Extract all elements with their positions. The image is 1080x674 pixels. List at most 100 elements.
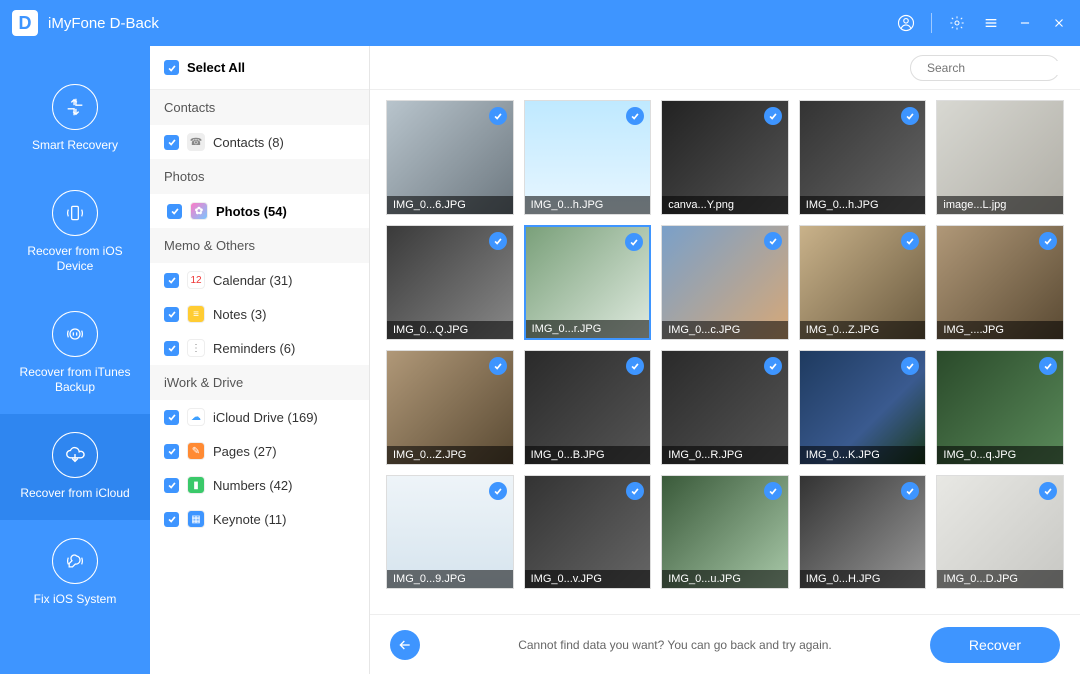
- thumbnail[interactable]: IMG_0...r.JPG: [524, 225, 652, 340]
- thumbnail-label: IMG_0...r.JPG: [526, 320, 650, 338]
- thumbnail[interactable]: IMG_0...h.JPG: [524, 100, 652, 215]
- thumbnail[interactable]: IMG_0...u.JPG: [661, 475, 789, 590]
- thumbnail-label: IMG_0...c.JPG: [662, 321, 788, 339]
- thumbnail[interactable]: IMG_0...h.JPG: [799, 100, 927, 215]
- thumb-checkbox[interactable]: [901, 482, 919, 500]
- select-all-label: Select All: [187, 60, 245, 75]
- thumb-checkbox[interactable]: [764, 107, 782, 125]
- nav-icon: [52, 311, 98, 357]
- thumbnail[interactable]: IMG_0...c.JPG: [661, 225, 789, 340]
- category-item[interactable]: ≡ Notes (3): [150, 297, 369, 331]
- category-label: Notes (3): [213, 307, 266, 322]
- thumbnail[interactable]: IMG_0...Z.JPG: [799, 225, 927, 340]
- thumbnail-label: IMG_0...v.JPG: [525, 570, 651, 588]
- thumb-checkbox[interactable]: [901, 357, 919, 375]
- thumbnail-label: IMG_0...H.JPG: [800, 570, 926, 588]
- category-item[interactable]: ☁ iCloud Drive (169): [150, 400, 369, 434]
- thumbnail[interactable]: IMG_0...v.JPG: [524, 475, 652, 590]
- thumb-checkbox[interactable]: [489, 232, 507, 250]
- thumbnail[interactable]: IMG_0...K.JPG: [799, 350, 927, 465]
- thumb-checkbox[interactable]: [489, 357, 507, 375]
- category-type-icon: ☎: [187, 133, 205, 151]
- thumb-checkbox[interactable]: [625, 233, 643, 251]
- search-row: [370, 46, 1080, 90]
- category-header: Memo & Others: [150, 228, 369, 263]
- thumbnail-label: IMG_0...Z.JPG: [800, 321, 926, 339]
- category-checkbox[interactable]: [164, 135, 179, 150]
- category-header: Photos: [150, 159, 369, 194]
- category-checkbox[interactable]: [164, 273, 179, 288]
- nav-item-2[interactable]: Recover from iTunes Backup: [0, 293, 150, 414]
- back-button[interactable]: [390, 630, 420, 660]
- category-label: iCloud Drive (169): [213, 410, 318, 425]
- thumb-checkbox[interactable]: [1039, 357, 1057, 375]
- thumb-checkbox[interactable]: [489, 107, 507, 125]
- category-item[interactable]: ✿ Photos (54): [150, 194, 369, 228]
- thumbnail[interactable]: IMG_0...Q.JPG: [386, 225, 514, 340]
- thumbnail[interactable]: image...L.jpg: [936, 100, 1064, 215]
- category-item[interactable]: ⋮ Reminders (6): [150, 331, 369, 365]
- gear-icon[interactable]: [948, 14, 966, 32]
- thumbnail-label: IMG_0...B.JPG: [525, 446, 651, 464]
- category-checkbox[interactable]: [164, 410, 179, 425]
- menu-icon[interactable]: [982, 14, 1000, 32]
- thumb-checkbox[interactable]: [626, 357, 644, 375]
- thumb-checkbox[interactable]: [764, 482, 782, 500]
- thumbnail-label: IMG_0...D.JPG: [937, 570, 1063, 588]
- thumb-checkbox[interactable]: [764, 232, 782, 250]
- category-item[interactable]: 12 Calendar (31): [150, 263, 369, 297]
- thumbnail-label: IMG_0...K.JPG: [800, 446, 926, 464]
- right-panel: IMG_0...6.JPG IMG_0...h.JPG canva...Y.pn…: [370, 46, 1080, 674]
- thumbnails-area[interactable]: IMG_0...6.JPG IMG_0...h.JPG canva...Y.pn…: [370, 90, 1080, 614]
- category-item[interactable]: ▦ Keynote (11): [150, 502, 369, 536]
- category-checkbox[interactable]: [167, 204, 182, 219]
- category-checkbox[interactable]: [164, 512, 179, 527]
- nav-icon: [52, 190, 98, 236]
- account-icon[interactable]: [897, 14, 915, 32]
- thumbnail-label: IMG_0...6.JPG: [387, 196, 513, 214]
- thumbnail[interactable]: IMG_0...B.JPG: [524, 350, 652, 465]
- thumb-checkbox[interactable]: [489, 482, 507, 500]
- category-checkbox[interactable]: [164, 341, 179, 356]
- nav-icon: [52, 538, 98, 584]
- select-all-checkbox[interactable]: [164, 60, 179, 75]
- thumb-checkbox[interactable]: [1039, 232, 1057, 250]
- category-checkbox[interactable]: [164, 307, 179, 322]
- minimize-icon[interactable]: [1016, 14, 1034, 32]
- category-checkbox[interactable]: [164, 444, 179, 459]
- thumbnail[interactable]: canva...Y.png: [661, 100, 789, 215]
- category-panel: Select All Contacts ☎ Contacts (8)Photos…: [150, 46, 370, 674]
- thumbnail-label: IMG_0...q.JPG: [937, 446, 1063, 464]
- thumbnail[interactable]: IMG_0...q.JPG: [936, 350, 1064, 465]
- thumbnail-label: IMG_0...R.JPG: [662, 446, 788, 464]
- nav-item-4[interactable]: Fix iOS System: [0, 520, 150, 626]
- recover-button[interactable]: Recover: [930, 627, 1060, 663]
- thumb-checkbox[interactable]: [626, 482, 644, 500]
- nav-item-1[interactable]: Recover from iOS Device: [0, 172, 150, 293]
- thumb-checkbox[interactable]: [764, 357, 782, 375]
- search-input[interactable]: [927, 61, 1080, 75]
- thumbnail[interactable]: IMG_0...Z.JPG: [386, 350, 514, 465]
- close-icon[interactable]: [1050, 14, 1068, 32]
- category-type-icon: ✎: [187, 442, 205, 460]
- nav-item-0[interactable]: Smart Recovery: [0, 66, 150, 172]
- category-item[interactable]: ▮ Numbers (42): [150, 468, 369, 502]
- category-header: Contacts: [150, 90, 369, 125]
- search-box[interactable]: [910, 55, 1060, 81]
- thumbnail[interactable]: IMG_0...R.JPG: [661, 350, 789, 465]
- thumbnail[interactable]: IMG_0...9.JPG: [386, 475, 514, 590]
- thumbnail[interactable]: IMG_0...D.JPG: [936, 475, 1064, 590]
- category-item[interactable]: ✎ Pages (27): [150, 434, 369, 468]
- thumbnail[interactable]: IMG_....JPG: [936, 225, 1064, 340]
- thumbnail-label: IMG_0...h.JPG: [525, 196, 651, 214]
- thumb-checkbox[interactable]: [1039, 482, 1057, 500]
- thumbnail-label: canva...Y.png: [662, 196, 788, 214]
- footer-message: Cannot find data you want? You can go ba…: [436, 638, 914, 652]
- select-all-row[interactable]: Select All: [150, 46, 369, 90]
- divider: [931, 13, 932, 33]
- nav-item-3[interactable]: Recover from iCloud: [0, 414, 150, 520]
- category-item[interactable]: ☎ Contacts (8): [150, 125, 369, 159]
- thumbnail[interactable]: IMG_0...H.JPG: [799, 475, 927, 590]
- category-checkbox[interactable]: [164, 478, 179, 493]
- thumbnail[interactable]: IMG_0...6.JPG: [386, 100, 514, 215]
